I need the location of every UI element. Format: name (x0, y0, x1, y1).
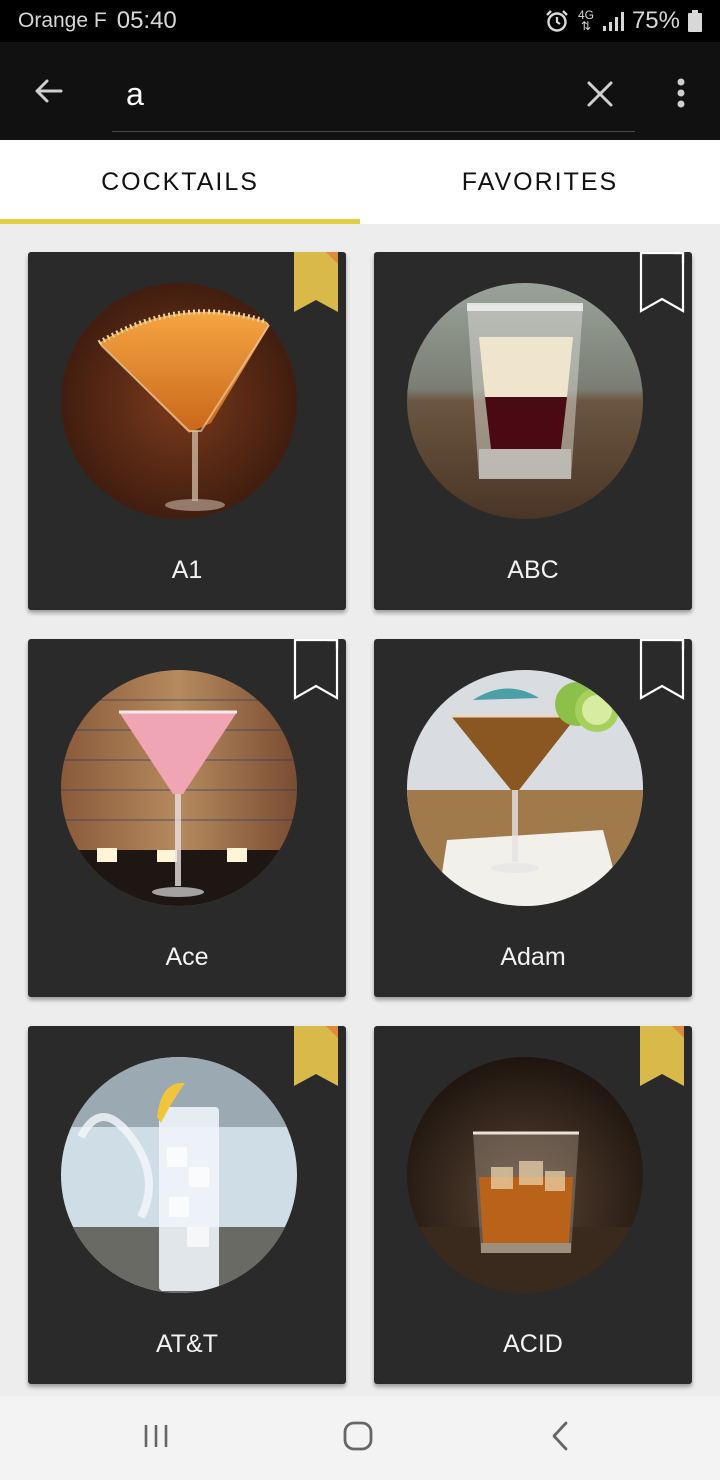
cocktail-photo (61, 670, 297, 906)
bookmark-outline-icon[interactable] (292, 638, 340, 701)
cocktail-name: AT&T (155, 1330, 219, 1358)
system-nav-bar (0, 1396, 720, 1480)
nav-back-button[interactable] (530, 1416, 590, 1460)
signal-icon (602, 10, 624, 32)
network-type: 4G (577, 8, 594, 22)
battery-icon (688, 10, 702, 32)
cocktail-card-abc[interactable]: ABC (374, 251, 692, 610)
search-input[interactable] (126, 74, 566, 114)
battery-percent: 75% (631, 7, 680, 34)
home-button[interactable] (328, 1416, 388, 1460)
cocktail-photo (61, 1057, 297, 1293)
back-arrow-icon (33, 75, 65, 112)
bookmark-outline-icon[interactable] (638, 638, 686, 701)
bookmark-outline-icon[interactable] (638, 251, 686, 314)
tab-cocktails[interactable]: COCKTAILS (0, 140, 360, 224)
cocktail-photo (407, 283, 643, 519)
alarm-icon (544, 8, 570, 34)
bookmark-filled-icon[interactable] (292, 252, 340, 314)
close-icon (586, 80, 614, 113)
cocktail-card-ace[interactable]: Ace (28, 638, 346, 997)
tab-bar: COCKTAILS FAVORITES (0, 140, 720, 224)
search-field (112, 60, 635, 132)
status-bar: Orange F 05:40 4G ⇅ 75% (0, 0, 720, 42)
recent-apps-icon (142, 1423, 170, 1454)
search-app-bar (0, 42, 720, 140)
clock: 05:40 (116, 7, 177, 34)
carrier-label: Orange F (18, 9, 107, 32)
bookmark-filled-icon[interactable] (292, 1026, 340, 1088)
nav-back-icon (549, 1420, 571, 1457)
cocktail-name: A1 (171, 556, 203, 584)
cocktail-photo (407, 1057, 643, 1293)
home-icon (342, 1420, 374, 1457)
network-4g-icon: 4G ⇅ (577, 8, 594, 33)
cocktail-card-acid[interactable]: ACID (374, 1026, 692, 1384)
bookmark-filled-icon[interactable] (638, 1026, 686, 1088)
recent-apps-button[interactable] (126, 1416, 186, 1460)
more-options-button[interactable] (660, 70, 702, 120)
tab-favorites[interactable]: FAVORITES (360, 140, 720, 224)
cocktail-photo (61, 283, 297, 519)
cocktail-card-adam[interactable]: Adam (374, 638, 692, 997)
clear-search-button[interactable] (576, 72, 624, 120)
cocktail-name: ABC (507, 556, 559, 584)
cocktail-photo (407, 670, 643, 906)
cocktail-name: Ace (165, 943, 209, 971)
back-button[interactable] (26, 70, 72, 116)
cocktail-name: ACID (503, 1330, 563, 1358)
cocktail-grid: A1 ABC Ace Adam AT&T ACID (0, 224, 720, 1396)
cocktail-card-att[interactable]: AT&T (28, 1026, 346, 1384)
more-vert-icon (676, 78, 686, 113)
cocktail-card-a1[interactable]: A1 (28, 252, 346, 610)
cocktail-name: Adam (500, 943, 566, 971)
